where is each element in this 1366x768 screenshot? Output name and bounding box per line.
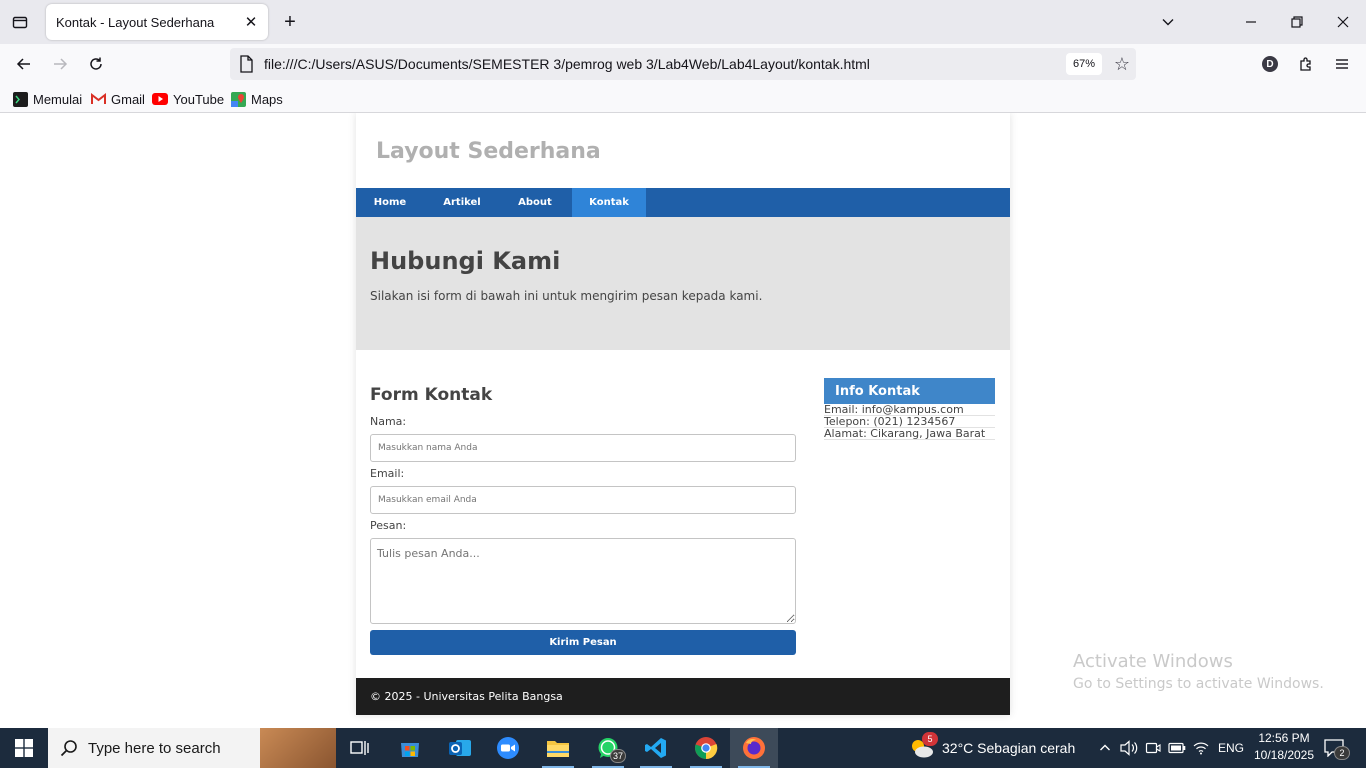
contact-info-sidebar: Info Kontak Email: info@kampus.com Telep… xyxy=(824,378,995,440)
vscode-icon[interactable] xyxy=(632,728,680,768)
activate-windows-watermark: Activate Windows Go to Settings to activ… xyxy=(1073,651,1324,692)
new-tab-icon[interactable]: + xyxy=(278,10,302,34)
outlook-icon[interactable] xyxy=(436,728,484,768)
account-icon[interactable]: D xyxy=(1258,52,1282,76)
weather-text[interactable]: 32°C Sebagian cerah xyxy=(942,728,1075,768)
terminal-icon xyxy=(12,91,28,107)
tab-list-icon xyxy=(12,16,28,29)
browser-tab-strip: Kontak - Layout Sederhana ✕ + xyxy=(0,0,1366,44)
clock-time: 12:56 PM xyxy=(1258,731,1310,745)
taskbar-search[interactable]: Type here to search xyxy=(48,728,336,768)
site-title: Layout Sederhana xyxy=(376,139,601,164)
bookmark-gmail[interactable]: Gmail xyxy=(90,90,145,108)
page-icon xyxy=(240,55,253,73)
bookmark-label: Gmail xyxy=(111,91,145,107)
firefox-icon[interactable] xyxy=(730,728,778,768)
profile-avatar: D xyxy=(1262,56,1278,72)
notification-center-icon[interactable]: 2 xyxy=(1322,736,1350,760)
search-icon xyxy=(60,740,77,757)
chrome-icon[interactable] xyxy=(682,728,730,768)
notification-count-badge: 2 xyxy=(1334,746,1350,760)
search-placeholder: Type here to search xyxy=(88,739,221,757)
chevron-down-icon[interactable] xyxy=(1156,10,1180,34)
hero-title: Hubungi Kami xyxy=(370,247,561,275)
windows-taskbar: Type here to search 37 5 32°C Sebagian c… xyxy=(0,728,1366,768)
whatsapp-icon[interactable]: 37 xyxy=(584,728,632,768)
sidebar-title: Info Kontak xyxy=(824,378,995,404)
search-highlight-image xyxy=(260,728,336,768)
back-icon[interactable] xyxy=(10,50,38,78)
meet-now-icon[interactable] xyxy=(1141,728,1165,768)
weather-alert-badge: 5 xyxy=(922,732,938,746)
microsoft-store-icon[interactable] xyxy=(386,728,434,768)
close-window-icon[interactable] xyxy=(1320,0,1366,44)
menu-icon[interactable] xyxy=(1330,52,1354,76)
site-nav: Home Artikel About Kontak xyxy=(356,188,1010,217)
nav-about[interactable]: About xyxy=(500,188,570,217)
weather-icon[interactable]: 5 xyxy=(902,728,942,768)
name-input[interactable] xyxy=(370,434,796,462)
battery-icon[interactable] xyxy=(1165,728,1189,768)
bookmark-youtube[interactable]: YouTube xyxy=(152,90,224,108)
browser-toolbar: file:///C:/Users/ASUS/Documents/SEMESTER… xyxy=(0,44,1366,84)
name-label: Nama: xyxy=(370,415,407,428)
site-header: Layout Sederhana xyxy=(356,113,1010,188)
restore-icon[interactable] xyxy=(1274,0,1320,44)
tab-title: Kontak - Layout Sederhana xyxy=(56,14,215,30)
chevron-up-icon[interactable] xyxy=(1094,728,1116,768)
message-label: Pesan: xyxy=(370,519,407,532)
form-title: Form Kontak xyxy=(370,385,493,405)
email-input[interactable] xyxy=(370,486,796,514)
extensions-icon[interactable] xyxy=(1294,52,1318,76)
nav-home[interactable]: Home xyxy=(356,188,424,217)
bookmark-label: Maps xyxy=(251,91,283,107)
submit-button[interactable]: Kirim Pesan xyxy=(370,630,796,655)
page-viewport: Layout Sederhana Home Artikel About Kont… xyxy=(0,113,1366,728)
volume-icon[interactable] xyxy=(1117,728,1141,768)
message-textarea[interactable] xyxy=(370,538,796,624)
gmail-icon xyxy=(90,91,106,107)
hero-banner: Hubungi Kami Silakan isi form di bawah i… xyxy=(356,217,1010,350)
nav-kontak[interactable]: Kontak xyxy=(572,188,646,217)
start-button[interactable] xyxy=(0,728,48,768)
email-label: Email: xyxy=(370,467,405,480)
url-bar[interactable]: file:///C:/Users/ASUS/Documents/SEMESTER… xyxy=(230,48,1136,80)
hero-text: Silakan isi form di bawah ini untuk meng… xyxy=(370,289,763,303)
file-explorer-icon[interactable] xyxy=(534,728,582,768)
language-indicator[interactable]: ENG xyxy=(1218,728,1244,768)
bookmark-memulai[interactable]: Memulai xyxy=(12,90,82,108)
zoom-level-badge[interactable]: 67% xyxy=(1066,53,1102,75)
page-container: Layout Sederhana Home Artikel About Kont… xyxy=(356,113,1010,715)
task-view-icon[interactable] xyxy=(336,728,384,768)
browser-tab-active[interactable]: Kontak - Layout Sederhana ✕ xyxy=(46,4,268,40)
clock-date: 10/18/2025 xyxy=(1253,748,1315,762)
bookmark-star-icon[interactable]: ☆ xyxy=(1110,52,1134,76)
whatsapp-unread-badge: 37 xyxy=(610,749,626,763)
bookmark-label: YouTube xyxy=(173,91,225,107)
bookmark-maps[interactable]: Maps xyxy=(230,90,283,108)
watermark-subtitle: Go to Settings to activate Windows. xyxy=(1073,676,1324,692)
reload-icon[interactable] xyxy=(82,50,110,78)
bookmarks-bar: Memulai Gmail YouTube Maps xyxy=(0,84,1366,113)
site-footer: © 2025 - Universitas Pelita Bangsa xyxy=(356,678,1010,715)
youtube-icon xyxy=(152,91,168,107)
zoom-app-icon[interactable] xyxy=(484,728,532,768)
system-clock[interactable]: 12:56 PM 10/18/2025 xyxy=(1244,730,1324,764)
maps-icon xyxy=(230,91,246,107)
close-tab-icon[interactable]: ✕ xyxy=(242,13,260,31)
nav-artikel[interactable]: Artikel xyxy=(424,188,500,217)
watermark-title: Activate Windows xyxy=(1073,651,1233,672)
url-text: file:///C:/Users/ASUS/Documents/SEMESTER… xyxy=(264,56,870,72)
forward-icon[interactable] xyxy=(46,50,74,78)
wifi-icon[interactable] xyxy=(1189,728,1213,768)
minimize-icon[interactable] xyxy=(1228,0,1274,44)
tab-list-button[interactable] xyxy=(0,0,40,44)
contact-address: Alamat: Cikarang, Jawa Barat xyxy=(824,428,995,440)
bookmark-label: Memulai xyxy=(33,91,83,107)
windows-logo-icon xyxy=(15,739,33,757)
